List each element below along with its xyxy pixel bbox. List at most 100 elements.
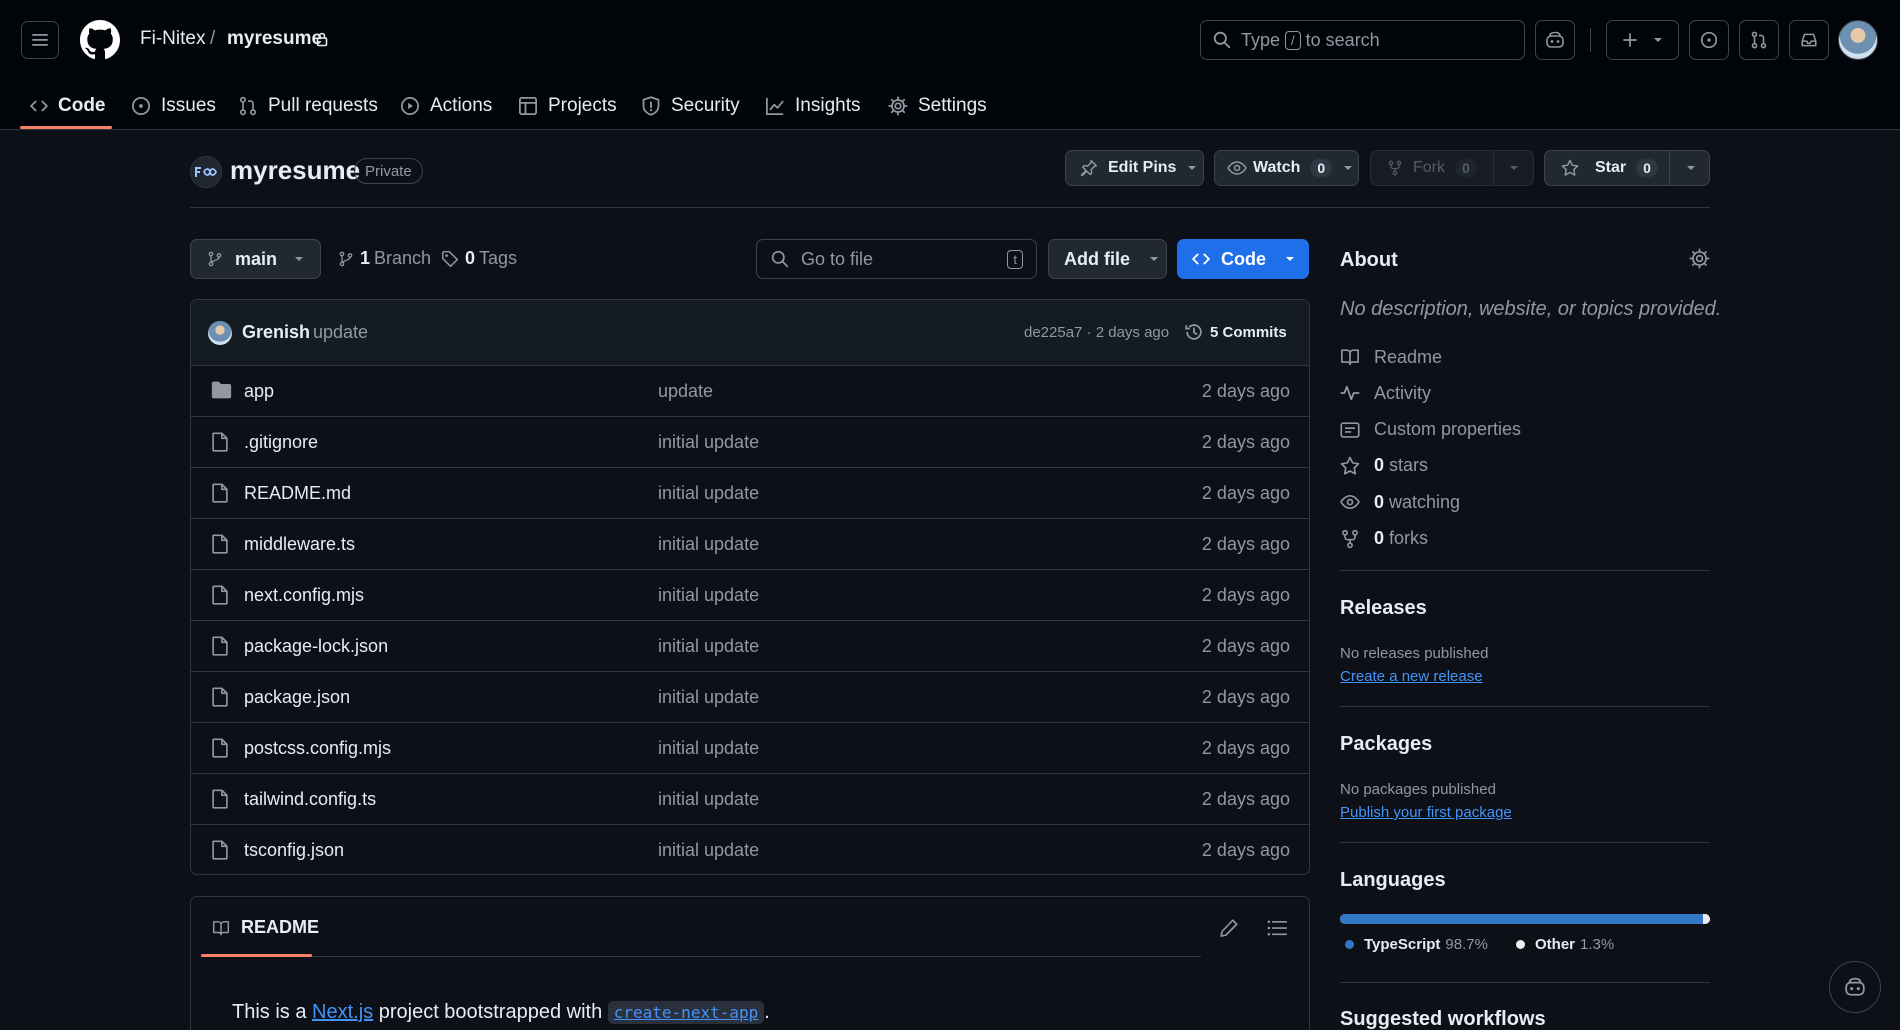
about-item[interactable]: Readme xyxy=(1340,345,1442,369)
commits-link[interactable]: 5 Commits xyxy=(1210,324,1287,341)
file-commit-message[interactable]: initial update xyxy=(658,687,759,708)
repo-title[interactable]: myresume xyxy=(230,155,360,186)
about-heading: About xyxy=(1340,249,1398,271)
search-icon xyxy=(1213,31,1231,49)
readme-tab[interactable]: README xyxy=(211,917,319,938)
languages-heading: Languages xyxy=(1340,869,1446,891)
branch-selector[interactable]: main xyxy=(190,239,321,279)
user-avatar[interactable] xyxy=(1838,20,1878,60)
file-name[interactable]: app xyxy=(244,381,274,402)
active-tab-indicator xyxy=(20,126,112,129)
language-typescript[interactable]: TypeScript 98.7% xyxy=(1345,936,1488,953)
breadcrumb-owner[interactable]: Fi-Nitex xyxy=(140,28,205,50)
about-item-label: watching xyxy=(1389,491,1461,512)
pencil-icon[interactable] xyxy=(1219,918,1239,938)
tags-link[interactable]: 0 Tags xyxy=(441,248,517,269)
tab-issues[interactable]: Issues xyxy=(131,82,216,130)
file-commit-message[interactable]: initial update xyxy=(658,534,759,555)
file-row[interactable]: tailwind.config.ts initial update 2 days a… xyxy=(191,774,1309,825)
about-item[interactable]: 0 forks xyxy=(1340,527,1428,551)
hamburger-icon xyxy=(32,34,48,46)
file-row[interactable]: next.config.mjs initial update 2 days ago xyxy=(191,570,1309,621)
go-to-file-input[interactable]: Go to file t xyxy=(756,239,1037,279)
tab-insights[interactable]: Insights xyxy=(765,82,860,130)
add-file-button[interactable]: Add file xyxy=(1048,239,1167,279)
issues-button[interactable] xyxy=(1689,20,1729,60)
file-name[interactable]: postcss.config.mjs xyxy=(244,738,391,759)
tab-code[interactable]: Code xyxy=(30,82,106,130)
tab-settings[interactable]: Settings xyxy=(888,82,987,130)
about-item[interactable]: Activity xyxy=(1340,381,1431,405)
file-commit-message[interactable]: initial update xyxy=(658,738,759,759)
tab-pull-requests[interactable]: Pull requests xyxy=(238,82,378,130)
gear-icon[interactable] xyxy=(1689,248,1710,269)
file-row[interactable]: README.md initial update 2 days ago xyxy=(191,468,1309,519)
file-name[interactable]: README.md xyxy=(244,483,351,504)
file-commit-message[interactable]: initial update xyxy=(658,585,759,606)
file-row[interactable]: .gitignore initial update 2 days ago xyxy=(191,417,1309,468)
file-type-icon xyxy=(211,483,229,503)
tab-projects[interactable]: Projects xyxy=(518,82,617,130)
about-item[interactable]: Custom properties xyxy=(1340,418,1521,442)
tab-security[interactable]: Security xyxy=(641,82,740,130)
about-item[interactable]: 0 watching xyxy=(1340,490,1460,514)
file-name[interactable]: package-lock.json xyxy=(244,636,388,657)
lock-icon xyxy=(316,32,328,47)
code-button[interactable]: Code xyxy=(1177,239,1309,279)
menu-button[interactable] xyxy=(21,21,59,59)
list-outline-icon[interactable] xyxy=(1267,919,1287,937)
copilot-chat-button[interactable] xyxy=(1829,961,1881,1013)
file-name[interactable]: next.config.mjs xyxy=(244,585,364,606)
github-logo-icon[interactable] xyxy=(80,20,120,60)
file-name[interactable]: .gitignore xyxy=(244,432,318,453)
commit-message[interactable]: update xyxy=(313,322,368,343)
file-commit-date: 2 days ago xyxy=(1201,789,1290,809)
file-name[interactable]: middleware.ts xyxy=(244,534,355,555)
file-name[interactable]: tailwind.config.ts xyxy=(244,789,376,810)
inbox-button[interactable] xyxy=(1789,20,1829,60)
file-row[interactable]: app update 2 days ago xyxy=(191,366,1309,417)
create-release-link[interactable]: Create a new release xyxy=(1340,668,1483,685)
commit-hash-time[interactable]: de225a7 · 2 days ago xyxy=(1024,324,1169,341)
fork-button[interactable]: Fork 0 xyxy=(1370,150,1534,186)
nextjs-link[interactable]: Next.js xyxy=(312,1001,373,1023)
file-name[interactable]: package.json xyxy=(244,687,350,708)
tab-actions[interactable]: Actions xyxy=(400,82,492,130)
history-icon xyxy=(1185,324,1202,340)
star-button[interactable]: Star 0 xyxy=(1544,150,1710,186)
file-commit-message[interactable]: initial update xyxy=(658,789,759,810)
pull-requests-button[interactable] xyxy=(1739,20,1779,60)
tab-label: Security xyxy=(671,95,740,116)
create-next-app-link[interactable]: create-next-app xyxy=(607,1001,765,1024)
file-commit-message[interactable]: initial update xyxy=(658,432,759,453)
file-row[interactable]: postcss.config.mjs initial update 2 days a… xyxy=(191,723,1309,774)
search-input[interactable]: Type / to search xyxy=(1200,20,1525,60)
commit-author[interactable]: Grenish xyxy=(242,322,310,343)
file-row[interactable]: tsconfig.json initial update 2 days ago xyxy=(191,825,1309,874)
file-commit-message[interactable]: initial update xyxy=(658,483,759,504)
file-row[interactable]: middleware.ts initial update 2 days ago xyxy=(191,519,1309,570)
file-name[interactable]: tsconfig.json xyxy=(244,840,344,861)
file-commit-message[interactable]: update xyxy=(658,381,713,402)
commit-author-avatar[interactable] xyxy=(208,321,232,345)
file-row[interactable]: package-lock.json initial update 2 days ag… xyxy=(191,621,1309,672)
file-commit-message[interactable]: initial update xyxy=(658,840,759,861)
shield-icon xyxy=(642,96,660,116)
language-bar-segment xyxy=(1705,914,1710,924)
file-icon xyxy=(212,585,228,605)
breadcrumb-repo[interactable]: myresume xyxy=(227,28,322,50)
copilot-button[interactable] xyxy=(1535,20,1575,60)
edit-pins-button[interactable]: Edit Pins xyxy=(1065,150,1204,186)
branches-link[interactable]: 1 Branch xyxy=(338,248,431,269)
about-item[interactable]: 0 stars xyxy=(1340,454,1428,478)
releases-heading[interactable]: Releases xyxy=(1340,597,1427,620)
packages-heading[interactable]: Packages xyxy=(1340,733,1432,756)
publish-package-link[interactable]: Publish your first package xyxy=(1340,804,1512,821)
file-commit-message[interactable]: initial update xyxy=(658,636,759,657)
language-other[interactable]: Other 1.3% xyxy=(1516,936,1614,953)
file-row[interactable]: package.json initial update 2 days ago xyxy=(191,672,1309,723)
language-percent: 1.3% xyxy=(1580,936,1615,953)
readme-tab-label: README xyxy=(241,917,320,937)
create-new-button[interactable] xyxy=(1606,20,1679,60)
watch-button[interactable]: Watch 0 xyxy=(1214,150,1359,186)
